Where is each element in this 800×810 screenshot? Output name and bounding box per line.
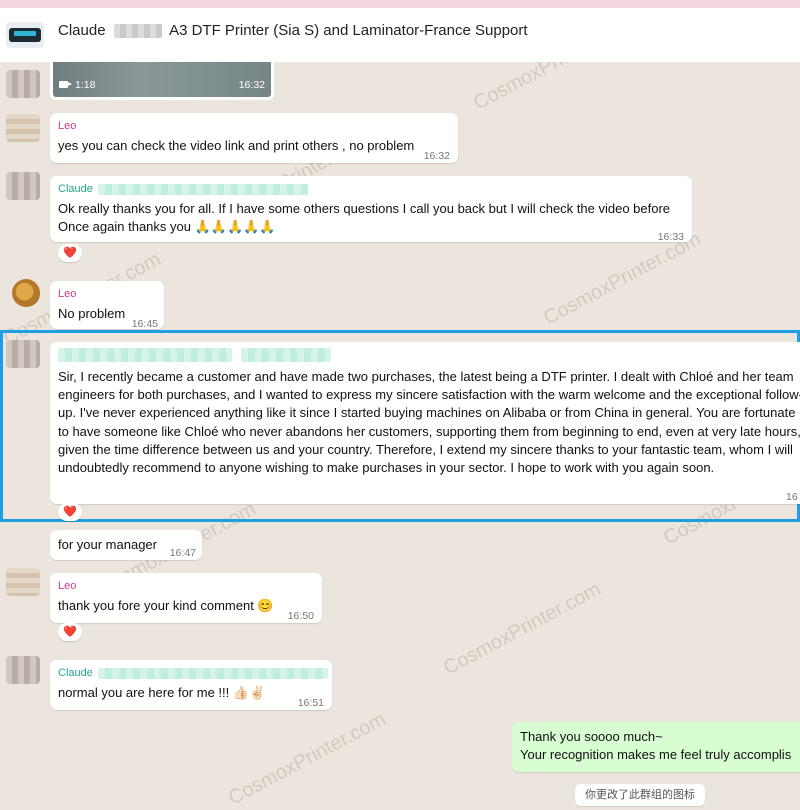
printer-light bbox=[14, 31, 36, 36]
redacted-name bbox=[97, 183, 308, 195]
sender-name: Claude bbox=[58, 182, 308, 196]
message-bubble[interactable]: for your manager 16:47 bbox=[50, 530, 202, 560]
message-time: 16:51 bbox=[297, 697, 324, 709]
message-time: 16 bbox=[786, 491, 798, 503]
chat-title[interactable]: Claude A3 DTF Printer (Sia S) and Lamina… bbox=[58, 22, 528, 39]
message-text: thank you fore your kind comment 😊 bbox=[58, 598, 274, 613]
watermark-text: CosmoxPrinter.com bbox=[225, 708, 390, 810]
sender-avatar[interactable] bbox=[6, 114, 40, 142]
message-text: Ok really thanks you for all. If I have … bbox=[58, 201, 671, 216]
message-bubble[interactable]: Claude Ok really thanks you for all. If … bbox=[50, 176, 692, 243]
sender-avatar[interactable] bbox=[6, 656, 40, 684]
message-bubble[interactable]: Leo No problem 16:45 bbox=[50, 281, 164, 330]
redacted-name bbox=[241, 348, 332, 363]
sender-avatar[interactable] bbox=[6, 70, 40, 98]
message-text: Your recognition makes me feel truly acc… bbox=[520, 747, 792, 762]
message-time: 16:33 bbox=[657, 231, 684, 243]
message-text: normal you are here for me !!! 👍🏻✌🏻 bbox=[58, 685, 266, 700]
sender-avatar[interactable] bbox=[6, 568, 40, 596]
message-time: 16:50 bbox=[287, 610, 314, 622]
video-camera-icon bbox=[59, 81, 72, 88]
message-bubble[interactable]: Sir, I recently became a customer and ha… bbox=[50, 342, 800, 504]
sender-name: Leo bbox=[58, 120, 77, 132]
message-text: Sir, I recently became a customer and ha… bbox=[58, 369, 800, 476]
sender-name bbox=[58, 348, 332, 363]
message-time: 16:32 bbox=[423, 150, 450, 162]
message-text: for your manager bbox=[58, 537, 157, 552]
chat-title-prefix: Claude bbox=[58, 22, 106, 39]
message-bubble[interactable]: Leo yes you can check the video link and… bbox=[50, 113, 458, 163]
message-text: Once again thanks you 🙏🙏🙏🙏🙏 bbox=[58, 219, 276, 234]
sender-name: Leo bbox=[58, 288, 77, 300]
heart-reaction[interactable]: ❤️ bbox=[58, 244, 82, 262]
video-message[interactable]: 1:18 16:32 bbox=[50, 62, 274, 100]
message-time: 16:32 bbox=[238, 79, 265, 91]
heart-reaction[interactable]: ❤️ bbox=[58, 623, 82, 641]
message-text: Thank you soooo much~ bbox=[520, 729, 663, 744]
redacted-name bbox=[113, 24, 162, 39]
outgoing-message-bubble[interactable]: Thank you soooo much~ Your recognition m… bbox=[512, 722, 800, 772]
sender-name: Leo bbox=[58, 580, 77, 592]
chat-title-suffix: A3 DTF Printer (Sia S) and Laminator-Fra… bbox=[169, 22, 528, 39]
sender-avatar[interactable] bbox=[6, 172, 40, 200]
sender-avatar[interactable] bbox=[6, 340, 40, 368]
message-text: yes you can check the video link and pri… bbox=[58, 138, 415, 153]
system-message: 你更改了此群组的图标 bbox=[575, 784, 705, 806]
heart-reaction[interactable]: ❤️ bbox=[58, 503, 82, 521]
message-text: No problem bbox=[58, 306, 126, 321]
chat-header[interactable]: Claude A3 DTF Printer (Sia S) and Lamina… bbox=[0, 0, 800, 62]
sender-avatar[interactable] bbox=[12, 279, 40, 307]
redacted-name bbox=[58, 348, 232, 363]
watermark-text: CosmoxPrinter.com bbox=[440, 578, 605, 680]
video-duration: 1:18 bbox=[75, 79, 96, 91]
redacted-name bbox=[97, 667, 328, 679]
sender-name: Claude bbox=[58, 666, 328, 680]
message-bubble[interactable]: Leo thank you fore your kind comment 😊 1… bbox=[50, 573, 322, 623]
message-time: 16:47 bbox=[169, 547, 196, 559]
group-avatar[interactable] bbox=[6, 22, 44, 48]
message-bubble[interactable]: Claude normal you are here for me !!! 👍🏻… bbox=[50, 660, 332, 710]
